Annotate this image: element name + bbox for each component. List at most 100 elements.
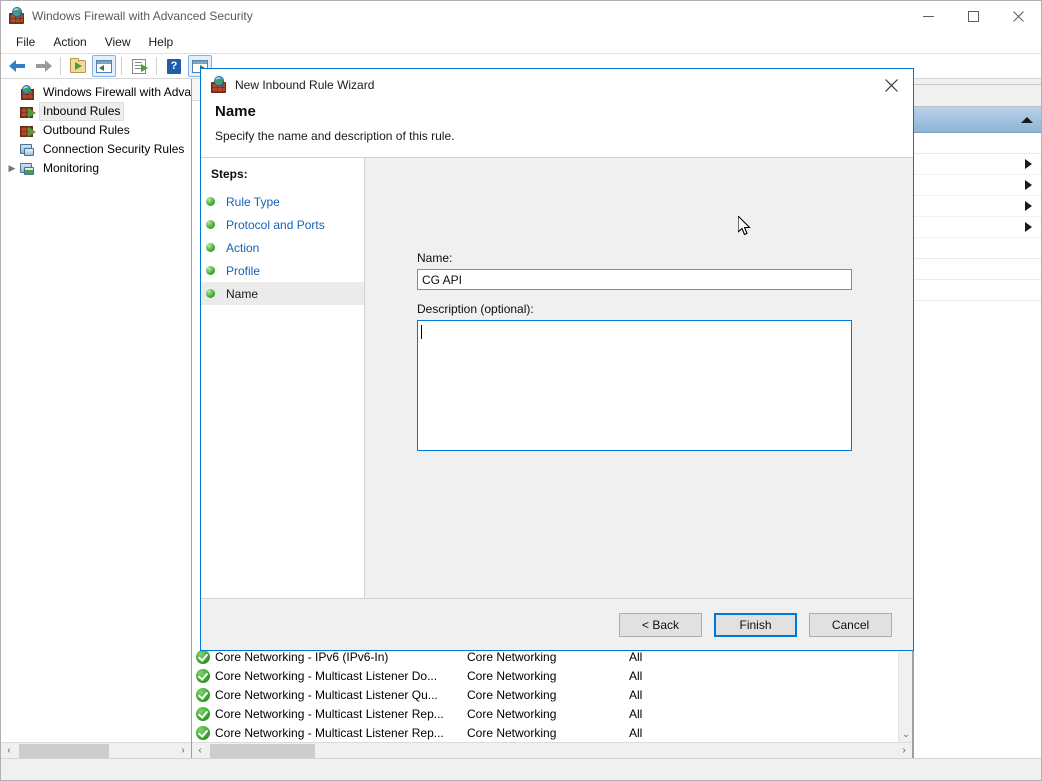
rule-profile: All xyxy=(629,707,689,721)
firewall-root-icon xyxy=(19,85,35,101)
chevron-placeholder xyxy=(5,143,19,157)
back-button[interactable]: < Back xyxy=(619,613,702,637)
step-protocol-and-ports[interactable]: Protocol and Ports xyxy=(201,213,364,236)
name-input[interactable] xyxy=(417,269,852,290)
step-name[interactable]: Name xyxy=(201,282,364,305)
page-subtitle: Specify the name and description of this… xyxy=(215,129,899,143)
tree-item-firewall-root[interactable]: Windows Firewall with Advance xyxy=(1,83,191,102)
rule-group: Core Networking xyxy=(467,707,629,721)
step-profile[interactable]: Profile xyxy=(201,259,364,282)
actions-item[interactable] xyxy=(914,238,1041,259)
folder-up-icon xyxy=(70,60,86,73)
menu-action[interactable]: Action xyxy=(44,32,95,52)
actions-item[interactable] xyxy=(914,133,1041,154)
chevron-placeholder xyxy=(5,124,19,138)
window-controls xyxy=(906,1,1041,31)
scroll-down-arrow[interactable]: ⌄ xyxy=(899,727,912,742)
scroll-right-arrow[interactable]: › xyxy=(896,743,912,759)
scroll-right-arrow[interactable]: › xyxy=(175,743,191,759)
tree-item-label: Inbound Rules xyxy=(40,103,123,120)
chevron-placeholder xyxy=(5,86,19,100)
export-list-button[interactable] xyxy=(127,55,151,77)
wizard-titlebar: New Inbound Rule Wizard xyxy=(201,69,913,101)
forward-button[interactable] xyxy=(31,55,55,77)
step-bullet-icon xyxy=(206,266,215,275)
show-hide-console-tree-button[interactable] xyxy=(92,55,116,77)
up-one-level-button[interactable] xyxy=(66,55,90,77)
step-label: Name xyxy=(226,287,258,301)
toolbar-separator xyxy=(60,57,61,75)
console-tree-icon xyxy=(96,60,112,73)
actions-item[interactable] xyxy=(914,196,1041,217)
close-button[interactable] xyxy=(996,1,1041,31)
rule-name: Core Networking - Multicast Listener Rep… xyxy=(215,726,467,740)
outbound-rules-icon xyxy=(19,123,35,139)
enabled-check-icon xyxy=(196,707,210,721)
rule-group: Core Networking xyxy=(467,688,629,702)
rule-group: Core Networking xyxy=(467,726,629,740)
tree-item-connection-security-rules[interactable]: Connection Security Rules xyxy=(1,140,191,159)
scroll-left-arrow[interactable]: ‹ xyxy=(192,743,208,759)
chevron-right-icon xyxy=(1025,222,1032,232)
cancel-button[interactable]: Cancel xyxy=(809,613,892,637)
menu-view[interactable]: View xyxy=(96,32,140,52)
menu-help[interactable]: Help xyxy=(140,32,183,52)
table-row[interactable]: Core Networking - Multicast Listener Rep… xyxy=(192,704,898,723)
actions-group-header[interactable] xyxy=(914,107,1041,133)
menu-file[interactable]: File xyxy=(7,32,44,52)
step-action[interactable]: Action xyxy=(201,236,364,259)
console-tree: Windows Firewall with Advance Inbound Ru… xyxy=(1,79,191,742)
scroll-track[interactable] xyxy=(17,743,175,759)
page-title: Name xyxy=(215,103,899,120)
actions-item[interactable] xyxy=(914,259,1041,280)
tree-horizontal-scrollbar[interactable]: ‹ › xyxy=(1,742,191,758)
tree-item-label: Windows Firewall with Advance xyxy=(40,84,191,101)
actions-item[interactable] xyxy=(914,280,1041,301)
step-label: Protocol and Ports xyxy=(226,218,325,232)
firewall-globe-icon xyxy=(9,8,25,24)
tree-item-label: Monitoring xyxy=(40,160,102,177)
scroll-thumb[interactable] xyxy=(19,744,109,758)
chevron-right-icon[interactable]: ▶ xyxy=(5,162,19,176)
rule-profile: All xyxy=(629,726,689,740)
close-icon[interactable] xyxy=(869,69,913,101)
step-rule-type[interactable]: Rule Type xyxy=(201,190,364,213)
actions-item[interactable] xyxy=(914,154,1041,175)
finish-button[interactable]: Finish xyxy=(714,613,797,637)
toolbar-separator xyxy=(121,57,122,75)
rules-horizontal-scrollbar[interactable]: ‹ › xyxy=(192,742,912,758)
actions-pane-title xyxy=(914,85,1041,107)
back-button[interactable] xyxy=(5,55,29,77)
tree-item-outbound-rules[interactable]: Outbound Rules xyxy=(1,121,191,140)
help-button[interactable]: ? xyxy=(162,55,186,77)
wizard-steps-sidebar: Steps: Rule Type Protocol and Ports Acti… xyxy=(201,158,365,598)
firewall-globe-icon xyxy=(211,77,227,93)
scroll-track[interactable] xyxy=(208,743,896,759)
tree-item-label: Connection Security Rules xyxy=(40,141,187,158)
wizard-footer: < Back Finish Cancel xyxy=(201,598,913,650)
tree-item-inbound-rules[interactable]: Inbound Rules xyxy=(1,102,191,121)
step-bullet-icon xyxy=(206,289,215,298)
new-inbound-rule-wizard-dialog: New Inbound Rule Wizard Name Specify the… xyxy=(200,68,914,651)
arrow-right-icon xyxy=(35,59,52,73)
table-row[interactable]: Core Networking - Multicast Listener Qu.… xyxy=(192,685,898,704)
maximize-button[interactable] xyxy=(951,1,996,31)
actions-pane xyxy=(913,79,1041,758)
menubar: File Action View Help xyxy=(1,31,1041,53)
minimize-button[interactable] xyxy=(906,1,951,31)
table-row[interactable]: Core Networking - Multicast Listener Do.… xyxy=(192,666,898,685)
scroll-left-arrow[interactable]: ‹ xyxy=(1,743,17,759)
actions-item[interactable] xyxy=(914,175,1041,196)
statusbar xyxy=(1,758,1041,780)
actions-item[interactable] xyxy=(914,217,1041,238)
tree-item-monitoring[interactable]: ▶ Monitoring xyxy=(1,159,191,178)
rule-name: Core Networking - Multicast Listener Do.… xyxy=(215,669,467,683)
table-row[interactable]: Core Networking - Multicast Listener Rep… xyxy=(192,723,898,742)
description-textarea[interactable] xyxy=(417,320,852,451)
chevron-placeholder xyxy=(5,105,19,119)
chevron-up-icon[interactable] xyxy=(1021,117,1033,123)
scroll-thumb[interactable] xyxy=(210,744,315,758)
steps-title: Steps: xyxy=(201,167,364,190)
rules-rows: Core Networking - IPv6 (IPv6-In) Core Ne… xyxy=(192,647,898,742)
rule-profile: All xyxy=(629,688,689,702)
